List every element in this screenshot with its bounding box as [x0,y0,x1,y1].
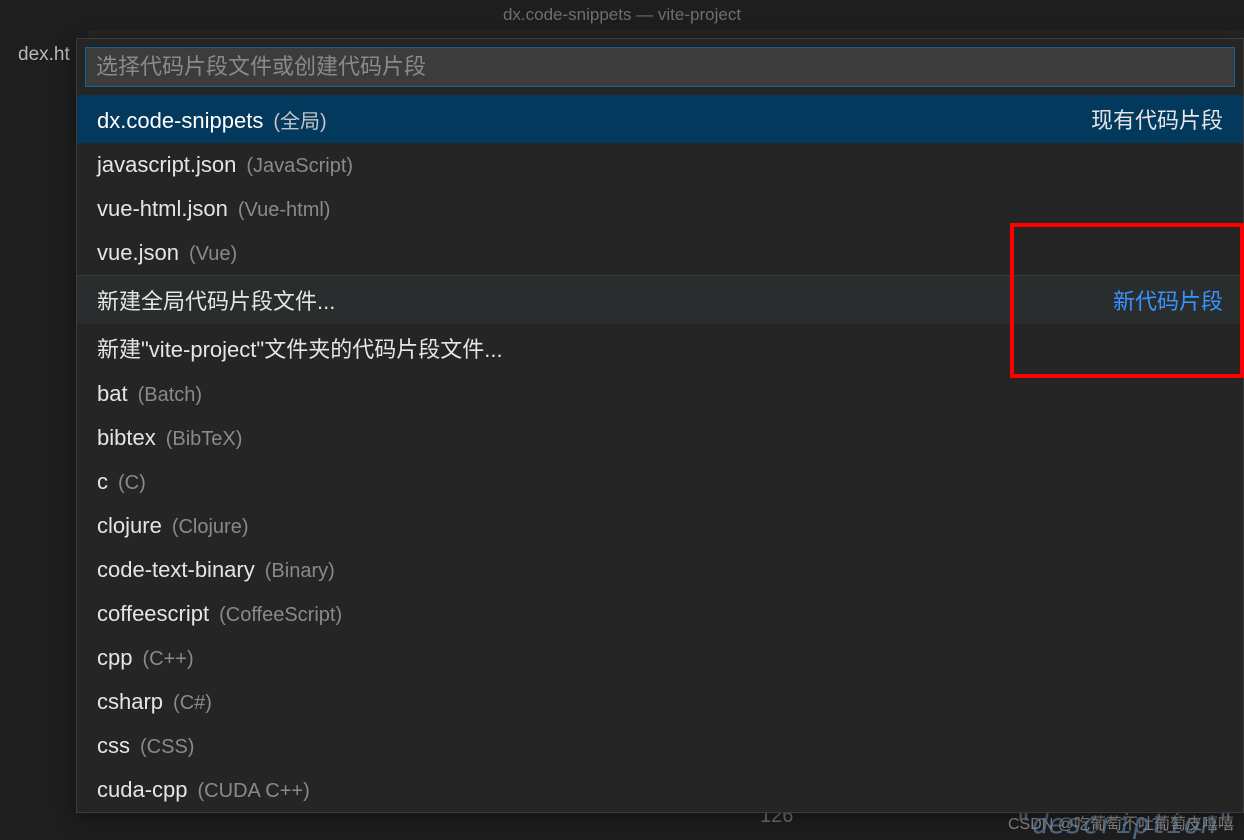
item-detail: (C) [118,472,146,495]
item-name: c [97,469,108,495]
item-detail: (C#) [173,692,212,715]
item-left: c (C) [97,469,146,495]
item-left: javascript.json (JavaScript) [97,152,353,178]
section-label: 新代码片段 [1113,284,1223,316]
item-name: 新建全局代码片段文件... [97,284,335,316]
item-left: cuda-cpp (CUDA C++) [97,777,310,803]
item-left: dx.code-snippets (全局) [97,105,327,134]
item-left: vue-html.json (Vue-html) [97,196,330,222]
item-name: clojure [97,513,162,539]
list-item[interactable]: coffeescript (CoffeeScript) [77,592,1243,636]
editor-tab[interactable]: dex.ht [0,30,88,80]
item-name: css [97,733,130,759]
item-detail: (JavaScript) [246,155,353,178]
snippet-search-input[interactable] [85,47,1235,87]
item-left: 新建全局代码片段文件... [97,284,335,316]
list-item[interactable]: dx.code-snippets (全局) 现有代码片段 [77,95,1243,143]
item-left: 新建"vite-project"文件夹的代码片段文件... [97,332,503,364]
item-left: clojure (Clojure) [97,513,249,539]
item-name: cpp [97,645,132,671]
item-detail: (CSS) [140,736,194,759]
item-name: vue-html.json [97,196,228,222]
item-detail: (Batch) [138,384,202,407]
item-detail: (BibTeX) [166,428,243,451]
title-bar: dx.code-snippets — vite-project [0,0,1244,30]
item-left: bibtex (BibTeX) [97,425,242,451]
item-left: bat (Batch) [97,381,202,407]
item-detail: (Vue-html) [238,199,331,222]
list-item[interactable]: csharp (C#) [77,680,1243,724]
item-name: bibtex [97,425,156,451]
item-left: csharp (C#) [97,689,212,715]
item-detail: (CoffeeScript) [219,604,342,627]
quick-input-widget: dx.code-snippets (全局) 现有代码片段 javascript.jso… [76,38,1244,813]
list-item[interactable]: bibtex (BibTeX) [77,416,1243,460]
list-item[interactable]: vue.json (Vue) [77,231,1243,275]
title-text: dx.code-snippets — vite-project [503,5,741,25]
list-item[interactable]: vue-html.json (Vue-html) [77,187,1243,231]
list-item[interactable]: c (C) [77,460,1243,504]
snippet-list: dx.code-snippets (全局) 现有代码片段 javascript.jso… [77,95,1243,812]
item-detail: (Vue) [189,243,237,266]
list-item[interactable]: clojure (Clojure) [77,504,1243,548]
list-item[interactable]: javascript.json (JavaScript) [77,143,1243,187]
item-left: css (CSS) [97,733,194,759]
list-item[interactable]: 新建"vite-project"文件夹的代码片段文件... [77,324,1243,372]
item-detail: (全局) [273,105,326,134]
item-left: cpp (C++) [97,645,194,671]
item-name: coffeescript [97,601,209,627]
item-detail: (Clojure) [172,516,249,539]
item-name: dx.code-snippets [97,108,263,134]
list-item[interactable]: bat (Batch) [77,372,1243,416]
item-detail: (CUDA C++) [198,780,310,803]
list-item[interactable]: 新建全局代码片段文件... 新代码片段 [77,275,1243,324]
item-name: csharp [97,689,163,715]
tab-label: dex.ht [18,44,70,66]
item-left: coffeescript (CoffeeScript) [97,601,342,627]
item-left: vue.json (Vue) [97,240,237,266]
list-item[interactable]: cuda-cpp (CUDA C++) [77,768,1243,812]
list-item[interactable]: cpp (C++) [77,636,1243,680]
list-item[interactable]: code-text-binary (Binary) [77,548,1243,592]
item-name: code-text-binary [97,557,255,583]
item-name: cuda-cpp [97,777,188,803]
item-detail: (C++) [142,648,193,671]
item-name: bat [97,381,128,407]
item-detail: (Binary) [265,560,335,583]
item-name: 新建"vite-project"文件夹的代码片段文件... [97,332,503,364]
watermark: CSDN @吃葡萄不吐葡萄皮嘻嘻 [1008,810,1234,834]
item-name: javascript.json [97,152,236,178]
section-label: 现有代码片段 [1091,103,1223,135]
list-item[interactable]: css (CSS) [77,724,1243,768]
item-name: vue.json [97,240,179,266]
item-left: code-text-binary (Binary) [97,557,335,583]
